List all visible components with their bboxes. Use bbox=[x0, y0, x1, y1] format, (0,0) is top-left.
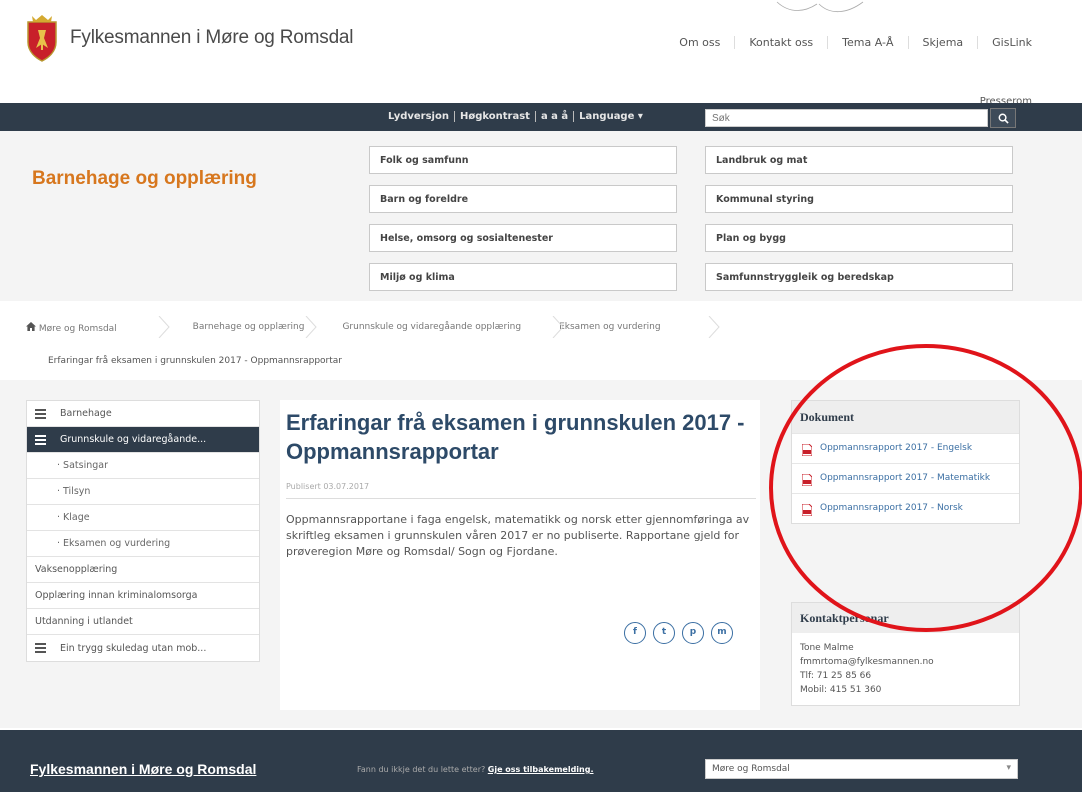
top-link-kontakt[interactable]: Kontakt oss bbox=[735, 36, 829, 49]
main-content: Barnehage Grunnskule og vidaregåande... … bbox=[0, 380, 1082, 728]
sidebar-item-label: Grunnskule og vidaregåande... bbox=[60, 434, 207, 445]
feedback-prompt: Fann du ikkje det du lette etter? Gje os… bbox=[357, 765, 594, 774]
breadcrumb-separator-icon bbox=[552, 316, 564, 338]
sidebar-item-barnehage[interactable]: Barnehage bbox=[27, 401, 259, 427]
language-label: Language bbox=[579, 111, 635, 122]
breadcrumb-item-eksamen[interactable]: Eksamen og vurdering bbox=[559, 322, 661, 334]
divider bbox=[286, 498, 756, 499]
coat-of-arms-icon bbox=[27, 15, 57, 62]
breadcrumb-separator-icon bbox=[708, 316, 720, 338]
breadcrumb-home[interactable]: Møre og Romsdal bbox=[26, 322, 155, 334]
contact-panel: Kontaktpersonar Tone Malme fmmrtoma@fylk… bbox=[791, 602, 1020, 706]
feedback-link[interactable]: Gje oss tilbakemelding. bbox=[488, 765, 594, 774]
home-icon bbox=[26, 322, 36, 331]
text-size-link[interactable]: a a å bbox=[536, 111, 575, 122]
topic-plan-og-bygg[interactable]: Plan og bygg bbox=[705, 224, 1013, 252]
contact-mobile: Mobil: 415 51 360 bbox=[800, 685, 882, 695]
audio-version-link[interactable]: Lydversjon bbox=[383, 111, 455, 122]
left-sidebar-nav: Barnehage Grunnskule og vidaregåande... … bbox=[26, 400, 260, 662]
search-input[interactable] bbox=[705, 109, 988, 127]
topic-miljo-og-klima[interactable]: Miljø og klima bbox=[369, 263, 677, 291]
topic-landbruk-og-mat[interactable]: Landbruk og mat bbox=[705, 146, 1013, 174]
region-select-value: Møre og Romsdal bbox=[712, 764, 790, 774]
section-title[interactable]: Barnehage og opplæring bbox=[32, 168, 257, 190]
section-banner: Barnehage og opplæring Folk og samfunn L… bbox=[0, 131, 1082, 301]
breadcrumb-item-barnehage[interactable]: Barnehage og opplæring bbox=[193, 322, 305, 334]
sidebar-item-vaksenopplaering[interactable]: Vaksenopplæring bbox=[27, 557, 259, 583]
region-select[interactable]: Møre og Romsdal ▾ bbox=[705, 759, 1018, 779]
breadcrumb: Møre og Romsdal Barnehage og opplæring G… bbox=[26, 322, 699, 334]
chevron-down-icon: ▾ bbox=[1006, 763, 1011, 773]
sidebar-item-trygg-skuledag[interactable]: Ein trygg skuledag utan mob... bbox=[27, 635, 259, 661]
sidebar-item-grunnskule[interactable]: Grunnskule og vidaregåande... bbox=[27, 427, 259, 453]
pdf-icon bbox=[802, 444, 812, 456]
contact-phone: Tlf: 71 25 85 66 bbox=[800, 671, 872, 681]
article-title: Erfaringar frå eksamen i grunnskulen 201… bbox=[286, 410, 745, 464]
share-twitter-button[interactable]: t bbox=[653, 622, 675, 644]
language-dropdown[interactable]: Language ▾ bbox=[574, 111, 648, 122]
feedback-question: Fann du ikkje det du lette etter? bbox=[357, 765, 486, 774]
document-label: Oppmannsrapport 2017 - Engelsk bbox=[820, 443, 973, 453]
breadcrumb-item-grunnskule[interactable]: Grunnskule og vidaregåande opplæring bbox=[342, 322, 521, 334]
topic-barn-og-foreldre[interactable]: Barn og foreldre bbox=[369, 185, 677, 213]
site-logo-link[interactable]: Fylkesmannen i Møre og Romsdal bbox=[24, 14, 354, 62]
document-label: Oppmannsrapport 2017 - Matematikk bbox=[820, 473, 991, 483]
share-email-button[interactable]: m bbox=[711, 622, 733, 644]
sidebar-item-tilsyn[interactable]: · Tilsyn bbox=[27, 479, 259, 505]
expand-list-icon bbox=[35, 434, 46, 445]
article: Erfaringar frå eksamen i grunnskulen 201… bbox=[280, 400, 760, 710]
high-contrast-link[interactable]: Høgkontrast bbox=[455, 111, 536, 122]
contact-email-link[interactable]: fmmrtoma@fylkesmannen.no bbox=[800, 655, 1011, 669]
sidebar-item-kriminalomsorg[interactable]: Opplæring innan kriminalomsorga bbox=[27, 583, 259, 609]
pdf-icon bbox=[802, 474, 812, 486]
sidebar-item-klage[interactable]: · Klage bbox=[27, 505, 259, 531]
topic-folk-og-samfunn[interactable]: Folk og samfunn bbox=[369, 146, 677, 174]
share-facebook-button[interactable]: f bbox=[624, 622, 646, 644]
published-date: Publisert 03.07.2017 bbox=[286, 482, 370, 491]
top-link-skjema[interactable]: Skjema bbox=[909, 36, 979, 49]
topic-samfunnstryggleik[interactable]: Samfunnstryggleik og beredskap bbox=[705, 263, 1013, 291]
site-header: Fylkesmannen i Møre og Romsdal Om oss Ko… bbox=[0, 0, 1082, 100]
breadcrumb-current: Erfaringar frå eksamen i grunnskulen 201… bbox=[48, 356, 343, 366]
contact-details: Tone Malme fmmrtoma@fylkesmannen.no Tlf:… bbox=[792, 633, 1019, 705]
sidebar-item-utlandet[interactable]: Utdanning i utlandet bbox=[27, 609, 259, 635]
share-buttons: f t p m bbox=[624, 622, 740, 644]
top-navigation: Om oss Kontakt oss Tema A-Å Skjema GisLi… bbox=[665, 36, 1032, 49]
document-link-engelsk[interactable]: Oppmannsrapport 2017 - Engelsk bbox=[792, 433, 1019, 463]
contact-name: Tone Malme bbox=[800, 643, 854, 653]
print-button[interactable]: p bbox=[682, 622, 704, 644]
document-link-matematikk[interactable]: Oppmannsrapport 2017 - Matematikk bbox=[792, 463, 1019, 493]
sketch-decoration bbox=[776, 1, 864, 13]
site-footer: Fylkesmannen i Møre og Romsdal Fann du i… bbox=[0, 730, 1082, 792]
search-icon bbox=[998, 113, 1009, 124]
top-link-tema[interactable]: Tema A-Å bbox=[828, 36, 909, 49]
expand-list-icon bbox=[35, 643, 46, 653]
expand-list-icon bbox=[35, 408, 46, 419]
top-link-gislink[interactable]: GisLink bbox=[978, 36, 1032, 49]
sidebar-item-label: Ein trygg skuledag utan mob... bbox=[60, 642, 207, 654]
top-link-om-oss[interactable]: Om oss bbox=[665, 36, 736, 49]
site-title: Fylkesmannen i Møre og Romsdal bbox=[70, 27, 354, 48]
topic-kommunal-styring[interactable]: Kommunal styring bbox=[705, 185, 1013, 213]
documents-heading: Dokument bbox=[792, 401, 1019, 433]
document-link-norsk[interactable]: Oppmannsrapport 2017 - Norsk bbox=[792, 493, 1019, 523]
topic-helse-omsorg[interactable]: Helse, omsorg og sosialtenester bbox=[369, 224, 677, 252]
utility-bar: Lydversjon Høgkontrast a a å Language ▾ bbox=[0, 103, 1082, 131]
footer-title-link[interactable]: Fylkesmannen i Møre og Romsdal bbox=[30, 761, 256, 777]
documents-panel: Dokument Oppmannsrapport 2017 - Engelsk … bbox=[791, 400, 1020, 524]
sidebar-item-eksamen[interactable]: · Eksamen og vurdering bbox=[27, 531, 259, 557]
sidebar-item-satsingar[interactable]: · Satsingar bbox=[27, 453, 259, 479]
breadcrumb-separator-icon bbox=[305, 316, 317, 338]
search-button[interactable] bbox=[990, 108, 1016, 128]
contact-heading: Kontaktpersonar bbox=[792, 603, 1019, 633]
document-label: Oppmannsrapport 2017 - Norsk bbox=[820, 503, 963, 513]
breadcrumb-separator-icon bbox=[158, 316, 170, 338]
breadcrumb-label: Møre og Romsdal bbox=[38, 324, 117, 334]
sidebar-item-label: Barnehage bbox=[60, 408, 112, 419]
article-body: Oppmannsrapportane i faga engelsk, matem… bbox=[286, 513, 750, 558]
pdf-icon bbox=[802, 504, 812, 516]
accessibility-links: Lydversjon Høgkontrast a a å Language ▾ bbox=[383, 111, 648, 122]
